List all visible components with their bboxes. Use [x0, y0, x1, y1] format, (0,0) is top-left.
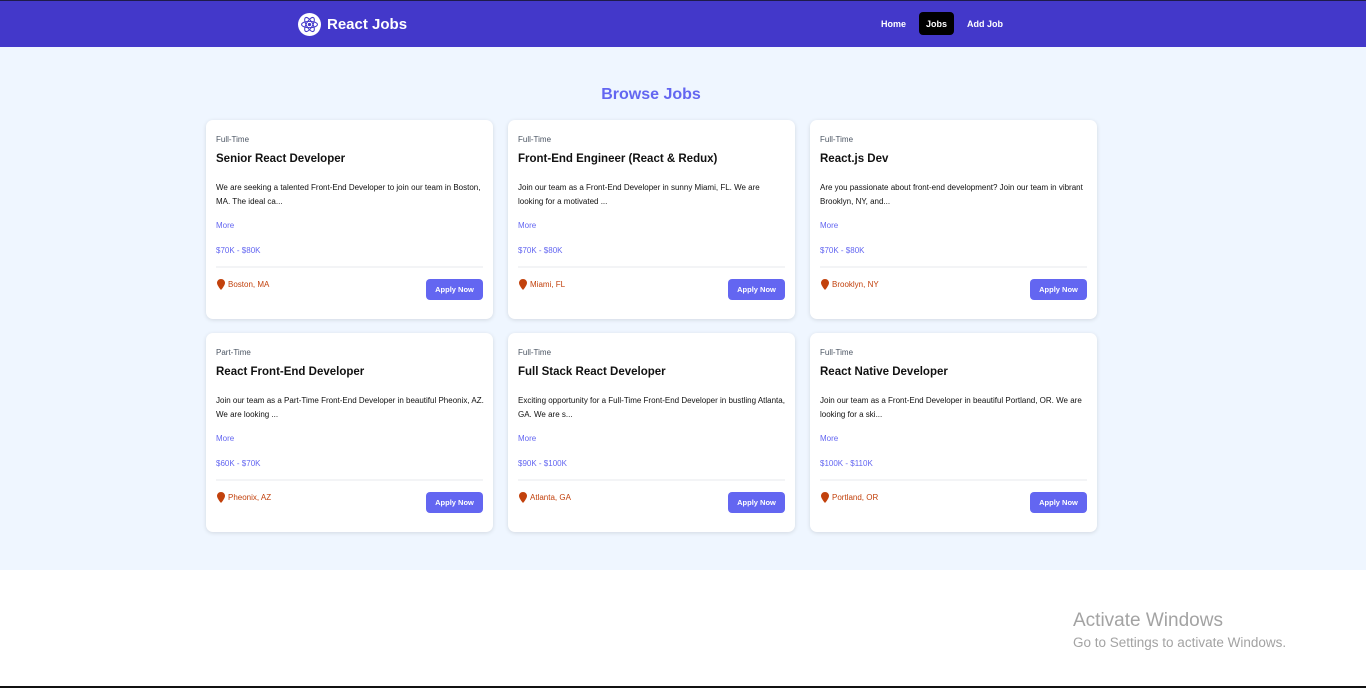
job-salary: $90K - $100K	[518, 459, 567, 468]
job-title: React Native Developer	[820, 366, 948, 378]
job-card: Full-Time Senior React Developer We are se…	[206, 120, 493, 319]
job-card: Full-Time React.js Dev Are you passionate …	[810, 120, 1097, 319]
map-marker-icon	[519, 492, 527, 503]
watermark-title: Activate Windows	[1073, 610, 1223, 631]
job-location: Brooklyn, NY	[821, 279, 879, 290]
job-description: We are seeking a talented Front-End Deve…	[216, 183, 481, 206]
job-salary: $70K - $80K	[820, 246, 865, 255]
job-location: Pheonix, AZ	[217, 492, 271, 503]
location-text: Portland, OR	[832, 493, 879, 502]
windows-activation-watermark: Activate Windows Go to Settings to activ…	[1073, 610, 1286, 650]
job-title: React Front-End Developer	[216, 366, 365, 378]
card-divider	[820, 479, 1087, 481]
apply-now-button[interactable]: Apply Now	[728, 492, 785, 513]
job-type: Part-Time	[216, 348, 251, 357]
job-type: Full-Time	[820, 348, 854, 357]
card-divider	[518, 266, 785, 268]
more-link[interactable]: More	[820, 221, 1087, 231]
location-text: Atlanta, GA	[530, 493, 571, 502]
nav-link-add-job[interactable]: Add Job	[960, 12, 1010, 35]
location-text: Brooklyn, NY	[832, 280, 879, 289]
job-description: Are you passionate about front-end devel…	[820, 183, 1083, 206]
page: React Jobs Home Jobs Add Job Browse Jobs…	[0, 0, 1366, 688]
job-salary: $100K - $110K	[820, 459, 873, 468]
job-card: Full-Time Front-End Engineer (React & Red…	[508, 120, 795, 319]
job-description: Join our team as a Part-Time Front-End D…	[216, 396, 484, 419]
job-card: Full-Time React Native Developer Join our …	[810, 333, 1097, 532]
apply-now-button[interactable]: Apply Now	[426, 279, 483, 300]
job-location: Portland, OR	[821, 492, 878, 503]
job-description: Join our team as a Front-End Developer i…	[518, 183, 760, 206]
job-type: Full-Time	[518, 348, 552, 357]
job-title: React.js Dev	[820, 153, 889, 165]
job-type: Full-Time	[518, 135, 552, 144]
brand-link[interactable]: React Jobs	[298, 12, 407, 36]
react-logo-icon	[298, 12, 321, 36]
brand-name: React Jobs	[327, 15, 408, 33]
job-location: Miami, FL	[519, 279, 565, 290]
more-link[interactable]: More	[518, 434, 785, 444]
map-marker-icon	[519, 279, 527, 290]
job-description: Join our team as a Front-End Developer i…	[820, 396, 1082, 419]
nav-link-home[interactable]: Home	[874, 12, 913, 35]
job-type: Full-Time	[820, 135, 854, 144]
more-link[interactable]: More	[518, 221, 785, 231]
map-marker-icon	[821, 279, 829, 290]
card-divider	[518, 479, 785, 481]
job-title: Senior React Developer	[216, 153, 346, 165]
job-card: Part-Time React Front-End Developer Join o…	[206, 333, 493, 532]
job-salary: $70K - $80K	[216, 246, 261, 255]
job-description: Exciting opportunity for a Full-Time Fro…	[518, 396, 785, 419]
navbar: React Jobs Home Jobs Add Job	[0, 0, 1366, 47]
location-text: Boston, MA	[228, 280, 270, 289]
more-link[interactable]: More	[820, 434, 1087, 444]
card-divider	[216, 266, 483, 268]
browse-jobs-section: Browse Jobs Full-Time Senior React Develo…	[0, 47, 1366, 570]
apply-now-button[interactable]: Apply Now	[1030, 279, 1087, 300]
job-title: Front-End Engineer (React & Redux)	[518, 153, 718, 165]
job-listings-grid: Full-Time Senior React Developer We are se…	[206, 120, 1097, 532]
job-card: Full-Time Full Stack React Developer Excit…	[508, 333, 795, 532]
location-text: Miami, FL	[530, 280, 566, 289]
location-text: Pheonix, AZ	[228, 493, 272, 502]
nav-links: Home Jobs Add Job	[874, 12, 1010, 35]
job-salary: $60K - $70K	[216, 459, 261, 468]
apply-now-button[interactable]: Apply Now	[728, 279, 785, 300]
card-divider	[216, 479, 483, 481]
more-link[interactable]: More	[216, 221, 483, 231]
more-link[interactable]: More	[216, 434, 483, 444]
job-title: Full Stack React Developer	[518, 366, 666, 378]
apply-now-button[interactable]: Apply Now	[426, 492, 483, 513]
job-location: Boston, MA	[217, 279, 269, 290]
job-salary: $70K - $80K	[518, 246, 563, 255]
section-title: Browse Jobs	[601, 86, 701, 103]
job-type: Full-Time	[216, 135, 250, 144]
watermark-subtitle: Go to Settings to activate Windows.	[1073, 635, 1287, 650]
job-location: Atlanta, GA	[519, 492, 571, 503]
apply-now-button[interactable]: Apply Now	[1030, 492, 1087, 513]
map-marker-icon	[821, 492, 829, 503]
map-marker-icon	[217, 279, 225, 290]
card-divider	[820, 266, 1087, 268]
map-marker-icon	[217, 492, 225, 503]
nav-link-jobs[interactable]: Jobs	[919, 12, 955, 35]
